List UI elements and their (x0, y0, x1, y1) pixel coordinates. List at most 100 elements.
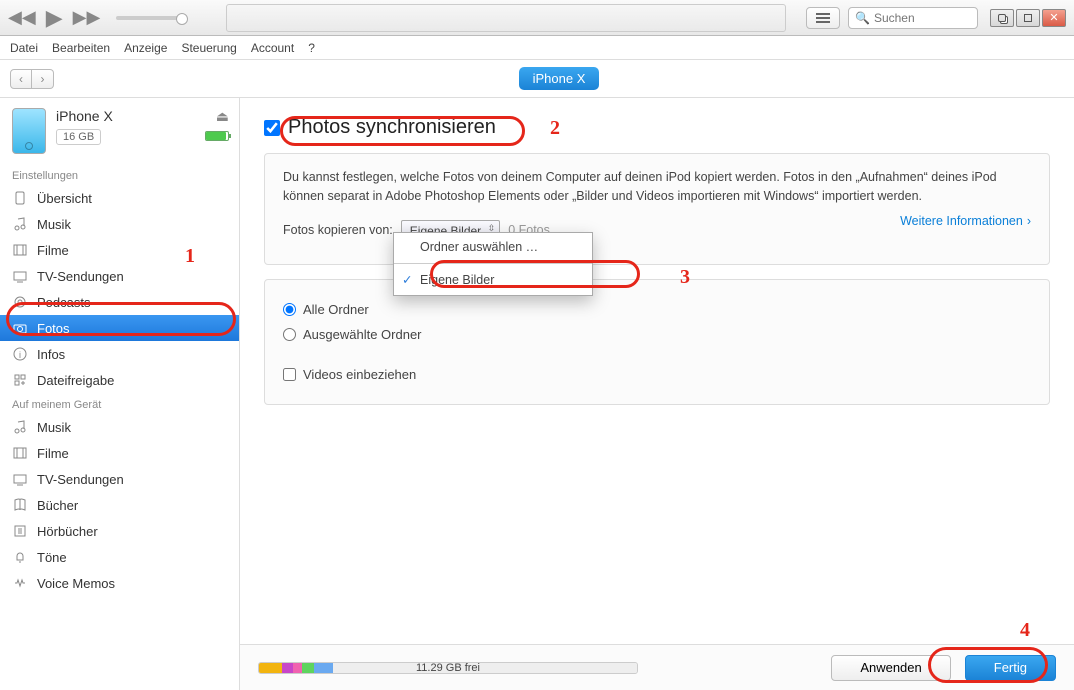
chevron-right-icon: › (1027, 214, 1031, 228)
dropdown-choose-folder[interactable]: Ordner auswählen … (394, 233, 592, 262)
sidebar-item-d-tv[interactable]: TV-Sendungen (0, 466, 239, 492)
sidebar-item-label: Voice Memos (37, 576, 115, 591)
sidebar-item-label: TV-Sendungen (37, 269, 124, 284)
sidebar-item-label: Podcasts (37, 295, 90, 310)
svg-text:i: i (19, 350, 21, 360)
sidebar-item-datei[interactable]: Dateifreigabe (0, 367, 239, 393)
include-videos-label: Videos einbeziehen (303, 365, 416, 385)
camera-icon (12, 320, 28, 336)
done-button[interactable]: Fertig (965, 655, 1056, 681)
sidebar-item-filme[interactable]: Filme (0, 237, 239, 263)
lcd-display (226, 4, 786, 32)
copy-from-label: Fotos kopieren von: (283, 221, 393, 240)
more-info-link[interactable]: Weitere Informationen › (900, 212, 1031, 231)
sidebar-item-d-filme[interactable]: Filme (0, 440, 239, 466)
sidebar-item-label: Filme (37, 243, 69, 258)
copy-from-dropdown-menu: Ordner auswählen … Eigene Bilder (393, 232, 593, 297)
info-icon: i (12, 346, 28, 362)
tv-icon (12, 268, 28, 284)
nav-back-button[interactable]: ‹ (10, 69, 32, 89)
selected-folders-radio[interactable] (283, 328, 296, 341)
menu-datei[interactable]: Datei (10, 41, 38, 55)
annotation-number-2: 2 (550, 117, 560, 140)
sync-description-text: Du kannst festlegen, welche Fotos von de… (283, 168, 1031, 206)
sidebar-item-fotos[interactable]: Fotos (0, 315, 239, 341)
device-header-row: ‹ › iPhone X (0, 60, 1074, 98)
sidebar-item-label: Infos (37, 347, 65, 362)
audiobook-icon (12, 523, 28, 539)
nav-forward-button[interactable]: › (32, 69, 54, 89)
device-badge[interactable]: iPhone X (519, 67, 600, 90)
menu-bar: Datei Bearbeiten Anzeige Steuerung Account? (0, 36, 1074, 60)
battery-icon (205, 131, 229, 141)
podcast-icon (12, 294, 28, 310)
all-folders-label: Alle Ordner (303, 300, 369, 320)
content-area: Photos synchronisieren Du kannst festleg… (240, 98, 1074, 690)
folder-options-panel: Alle Ordner Ausgewählte Ordner Videos ei… (264, 279, 1050, 406)
sidebar-item-label: Fotos (37, 321, 70, 336)
sidebar-item-uebersicht[interactable]: Übersicht (0, 185, 239, 211)
device-summary: iPhone X 16 GB ⏏ (0, 104, 239, 164)
sync-description-panel: Du kannst festlegen, welche Fotos von de… (264, 153, 1050, 265)
window-close-button[interactable]: ✕ (1042, 9, 1066, 27)
prev-track-button[interactable]: ◀◀ (8, 7, 36, 28)
window-minimize-button[interactable] (990, 9, 1014, 27)
menu-steuerung[interactable]: Steuerung (181, 41, 236, 55)
sidebar-item-podcasts[interactable]: Podcasts (0, 289, 239, 315)
all-folders-radio[interactable] (283, 303, 296, 316)
playback-toolbar: ◀◀ ▶ ▶▶ 🔍 ✕ (0, 0, 1074, 36)
sidebar-item-label: Filme (37, 446, 69, 461)
sidebar-item-musik[interactable]: Musik (0, 211, 239, 237)
sidebar-item-d-musik[interactable]: Musik (0, 414, 239, 440)
music-icon (12, 419, 28, 435)
dropdown-own-pictures[interactable]: Eigene Bilder (394, 266, 592, 295)
selected-folders-label: Ausgewählte Ordner (303, 325, 422, 345)
dropdown-separator (394, 263, 592, 264)
bell-icon (12, 549, 28, 565)
apps-icon (12, 372, 28, 388)
eject-button[interactable]: ⏏ (216, 108, 229, 125)
sidebar-item-label: Dateifreigabe (37, 373, 114, 388)
sidebar-item-d-hoer[interactable]: Hörbücher (0, 518, 239, 544)
device-thumbnail-icon (12, 108, 46, 154)
sidebar-item-infos[interactable]: i Infos (0, 341, 239, 367)
sidebar-item-label: Musik (37, 420, 71, 435)
sidebar-item-label: Übersicht (37, 191, 92, 206)
sidebar-item-label: Hörbücher (37, 524, 98, 539)
more-info-text: Weitere Informationen (900, 214, 1023, 228)
sidebar-item-d-toene[interactable]: Töne (0, 544, 239, 570)
volume-slider[interactable] (116, 16, 186, 20)
menu-account[interactable]: Account (251, 41, 294, 55)
annotation-number-4: 4 (1020, 619, 1030, 642)
sidebar-item-d-buecher[interactable]: Bücher (0, 492, 239, 518)
music-icon (12, 216, 28, 232)
tv-icon (12, 471, 28, 487)
sidebar-item-d-voice[interactable]: Voice Memos (0, 570, 239, 596)
device-icon (12, 190, 28, 206)
sidebar-item-tv[interactable]: TV-Sendungen (0, 263, 239, 289)
annotation-number-1: 1 (185, 245, 195, 268)
play-button[interactable]: ▶ (46, 5, 63, 31)
list-view-button[interactable] (806, 7, 840, 29)
bottom-bar: 11.29 GB frei Anwenden Fertig (240, 644, 1074, 690)
apply-button[interactable]: Anwenden (831, 655, 950, 681)
storage-bar: 11.29 GB frei (258, 662, 638, 674)
menu-bearbeiten[interactable]: Bearbeiten (52, 41, 110, 55)
sidebar: iPhone X 16 GB ⏏ Einstellungen Übersicht… (0, 98, 240, 690)
menu-?[interactable]: ? (308, 41, 315, 55)
window-maximize-button[interactable] (1016, 9, 1040, 27)
search-input[interactable] (874, 11, 971, 25)
menu-anzeige[interactable]: Anzeige (124, 41, 167, 55)
sync-photos-checkbox[interactable] (264, 120, 280, 136)
sidebar-section-ondevice: Auf meinem Gerät (0, 393, 239, 414)
search-icon: 🔍 (855, 11, 870, 25)
next-track-button[interactable]: ▶▶ (73, 7, 101, 28)
film-icon (12, 242, 28, 258)
device-capacity: 16 GB (56, 129, 101, 145)
include-videos-checkbox[interactable] (283, 368, 296, 381)
sidebar-item-label: Bücher (37, 498, 78, 513)
sync-photos-title: Photos synchronisieren (288, 116, 496, 139)
device-name: iPhone X (56, 108, 205, 124)
book-icon (12, 497, 28, 513)
search-field[interactable]: 🔍 (848, 7, 978, 29)
